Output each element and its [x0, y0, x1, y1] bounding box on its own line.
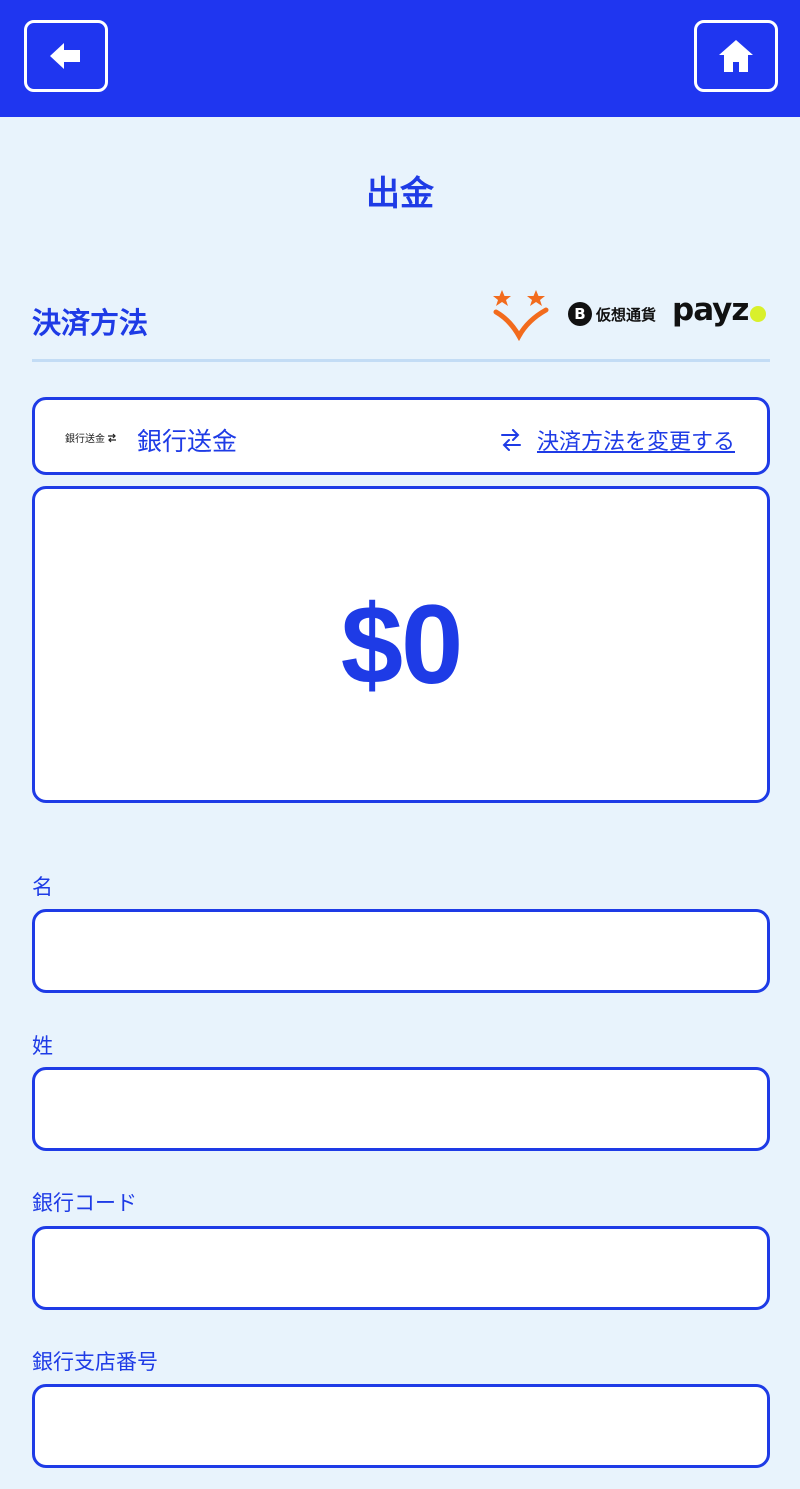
page-title: 出金	[366, 174, 434, 214]
last-name-input[interactable]	[32, 1067, 770, 1151]
amount-display[interactable]: $0	[32, 486, 770, 803]
stars-checkmark-icon	[493, 290, 549, 342]
payment-logos: B 仮想通貨 payz	[490, 286, 780, 346]
top-bar	[0, 0, 800, 117]
payz-dot-icon	[750, 306, 767, 322]
branch-number-input[interactable]	[32, 1384, 770, 1468]
bank-code-input[interactable]	[32, 1226, 770, 1310]
selected-method-card: 銀行送金 銀行送金 決済方法を変更する	[32, 397, 770, 475]
bank-code-label: 銀行コード	[32, 1191, 137, 1215]
home-button[interactable]	[694, 20, 778, 92]
first-name-input[interactable]	[32, 909, 770, 993]
branch-number-label: 銀行支店番号	[32, 1350, 158, 1374]
method-mini-label: 銀行送金	[65, 434, 105, 445]
change-method-link[interactable]: 決済方法を変更する	[499, 424, 735, 456]
payz-wordmark: payz	[672, 292, 749, 328]
change-method-label: 決済方法を変更する	[536, 430, 735, 455]
home-icon	[719, 40, 753, 72]
back-button[interactable]	[24, 20, 108, 92]
first-name-label: 名	[32, 875, 53, 899]
method-mini-logo: 銀行送金	[65, 430, 117, 445]
crypto-label: 仮想通貨	[596, 305, 657, 324]
arrow-left-icon	[50, 43, 80, 69]
swap-arrows-icon	[500, 429, 521, 451]
last-name-label: 姓	[32, 1034, 53, 1058]
section-divider	[32, 359, 770, 362]
mini-swap-icon	[108, 433, 116, 442]
payz-logo: payz	[672, 292, 767, 328]
bitcoin-icon: B	[568, 302, 592, 326]
payment-method-heading: 決済方法	[32, 306, 149, 340]
crypto-logo: B 仮想通貨	[568, 302, 656, 326]
amount-value: $0	[340, 582, 464, 707]
method-name: 銀行送金	[137, 427, 238, 456]
